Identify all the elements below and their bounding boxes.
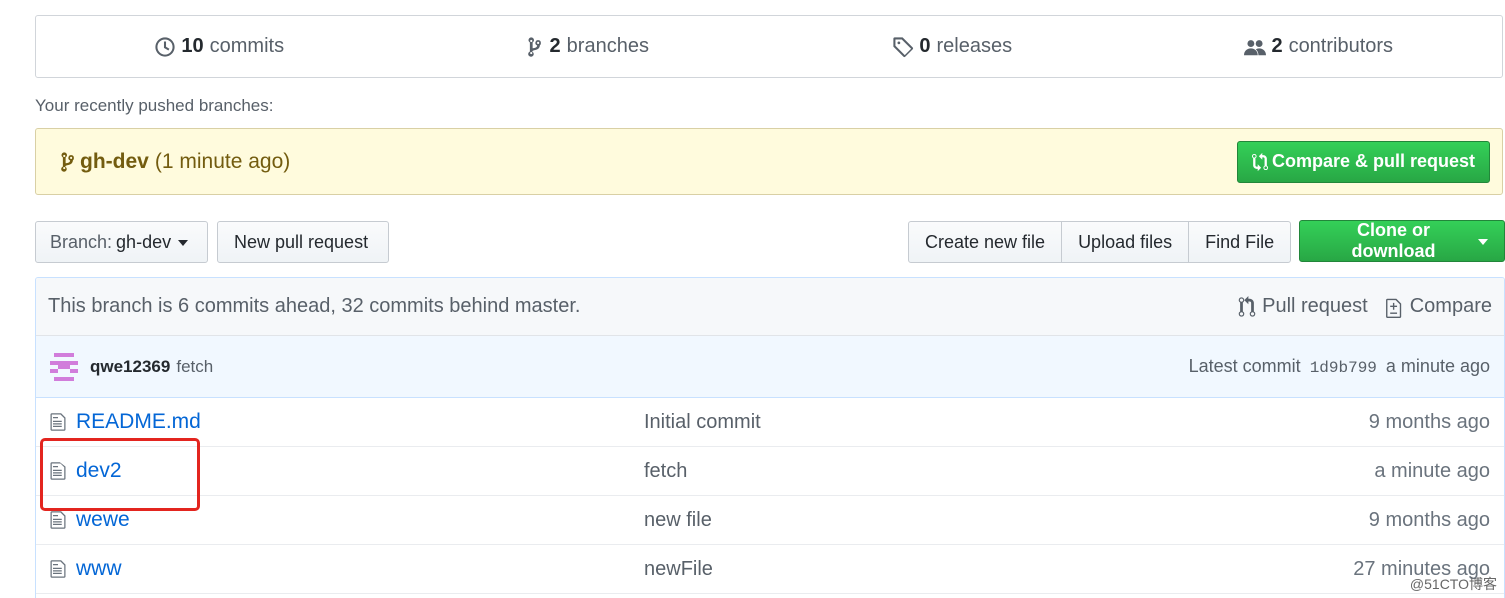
latest-commit-prefix: Latest commit	[1188, 356, 1301, 376]
file-commit-message[interactable]: Initial commit	[644, 411, 761, 434]
commits-label: commits	[209, 35, 285, 57]
file-age: 9 months ago	[1368, 508, 1490, 531]
commit-author[interactable]: qwe12369	[90, 357, 170, 377]
branches-count: 2	[549, 35, 561, 57]
commits-stat[interactable]: 10 commits	[36, 35, 403, 58]
file-name-link[interactable]: README.md	[76, 410, 644, 434]
compare-label: Compare	[1409, 295, 1492, 317]
commit-sha[interactable]: 1d9b799	[1310, 359, 1377, 377]
repo-stats-bar: 10 commits 2 branches 0 releases 2 contr…	[35, 15, 1503, 78]
pull-request-link[interactable]: Pull request	[1238, 295, 1368, 318]
clone-button-label: Clone or download	[1351, 220, 1436, 261]
avatar[interactable]	[50, 352, 78, 381]
file-row: README.md Initial commit 9 months ago	[36, 398, 1504, 447]
recently-pushed-banner: gh-dev (1 minute ago) Compare & pull req…	[35, 128, 1503, 195]
upload-files-button[interactable]: Upload files	[1061, 221, 1190, 263]
latest-commit-bar: qwe12369 fetch Latest commit 1d9b799 a m…	[36, 336, 1504, 398]
compare-button-label: Compare & pull request	[1271, 151, 1475, 171]
file-commit-message[interactable]: newFile	[644, 558, 713, 581]
create-new-file-button[interactable]: Create new file	[908, 221, 1063, 263]
find-file-button[interactable]: Find File	[1188, 221, 1292, 263]
file-commit-message[interactable]: new file	[644, 509, 712, 532]
latest-commit-info: Latest commit 1d9b799 a minute ago	[1189, 356, 1490, 377]
pull-request-label: Pull request	[1262, 295, 1368, 317]
tag-icon	[893, 36, 914, 57]
branches-label: branches	[566, 35, 649, 57]
file-icon	[50, 560, 66, 578]
releases-label: releases	[936, 35, 1013, 57]
new-pull-request-button[interactable]: New pull request	[217, 221, 389, 263]
contributors-count: 2	[1271, 35, 1283, 57]
file-name-link[interactable]: wewe	[76, 508, 644, 532]
pushed-branch-name[interactable]: gh-dev	[80, 150, 149, 174]
file-icon	[50, 511, 66, 529]
watermark: @51CTO博客	[1409, 576, 1497, 592]
commits-count: 10	[181, 35, 204, 57]
compare-pull-request-button[interactable]: Compare & pull request	[1236, 140, 1490, 183]
branch-status-bar: This branch is 6 commits ahead, 32 commi…	[36, 278, 1504, 336]
file-row: wewe new file 9 months ago	[36, 496, 1504, 545]
caret-down-icon	[1478, 239, 1488, 245]
branch-actions: Pull request Compare	[1238, 295, 1492, 318]
recent-branches-label: Your recently pushed branches:	[35, 96, 274, 115]
git-branch-icon	[61, 151, 74, 172]
file-actions-group: Create new file Upload files Find File	[908, 221, 1292, 263]
branch-status-text: This branch is 6 commits ahead, 32 commi…	[48, 295, 581, 317]
git-compare-icon	[1251, 152, 1268, 171]
clone-or-download-button[interactable]: Clone or download	[1299, 220, 1505, 262]
git-pull-request-icon	[1238, 295, 1256, 317]
file-name-link[interactable]: dev2	[76, 459, 644, 483]
file-row: dev2 fetch a minute ago	[36, 447, 1504, 496]
file-age: 9 months ago	[1368, 410, 1490, 433]
file-icon	[50, 462, 66, 480]
file-name-link[interactable]: www	[76, 557, 644, 581]
people-icon	[1244, 39, 1267, 55]
file-commit-message[interactable]: fetch	[644, 460, 687, 483]
file-row: www newFile 27 minutes ago	[36, 545, 1504, 594]
commit-message[interactable]: fetch	[176, 357, 213, 377]
contributors-stat[interactable]: 2 contributors	[1136, 35, 1503, 58]
file-diff-icon	[1385, 298, 1401, 318]
file-browser: This branch is 6 commits ahead, 32 commi…	[35, 277, 1505, 598]
releases-count: 0	[919, 35, 931, 57]
history-icon	[155, 36, 176, 57]
branch-select-value: gh-dev	[116, 231, 172, 252]
branch-select-label: Branch:	[50, 231, 113, 252]
branch-select-button[interactable]: Branch: gh-dev	[35, 221, 208, 263]
file-age: a minute ago	[1374, 459, 1490, 482]
compare-link[interactable]: Compare	[1385, 295, 1492, 318]
git-branch-icon	[527, 36, 541, 57]
pushed-branch-time: (1 minute ago)	[154, 149, 291, 173]
caret-down-icon	[178, 240, 189, 246]
releases-stat[interactable]: 0 releases	[769, 35, 1136, 58]
branches-stat[interactable]: 2 branches	[403, 35, 770, 58]
file-icon	[50, 413, 66, 431]
latest-commit-time: a minute ago	[1385, 356, 1490, 376]
contributors-label: contributors	[1288, 35, 1394, 57]
